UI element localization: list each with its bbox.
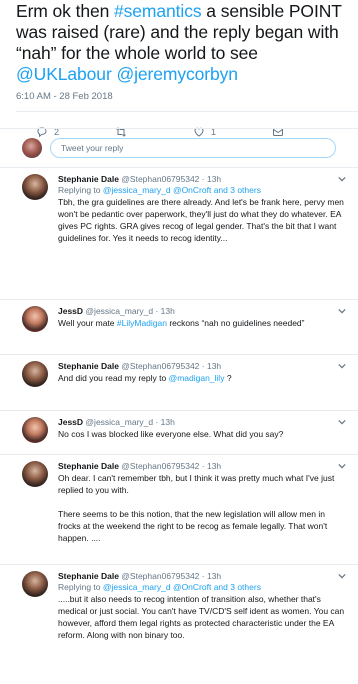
replying-to: Replying to @jessica_mary_d @OnCroft and… [58,582,346,593]
text-link[interactable]: @UKLabour [16,64,112,84]
chevron-down-icon[interactable] [338,307,346,315]
reply-header: Stephanie Dale @Stephan06795342 · 13h [58,174,346,185]
reply-header: Stephanie Dale @Stephan06795342 · 13h [58,361,346,372]
avatar[interactable] [22,306,48,332]
mention-link[interactable]: @OnCroft [171,185,211,195]
chevron-down-icon[interactable] [338,572,346,580]
text-fragment: reckons “nah no guidelines needed” [166,318,305,328]
replying-label: Replying to [58,185,103,195]
author-handle: @Stephan06795342 · 13h [118,461,222,471]
reply-tweet[interactable]: Stephanie Dale @Stephan06795342 · 13h Oh … [0,454,358,564]
author-handle: @jessica_mary_d · 13h [83,306,175,316]
mention-link[interactable]: and 3 others [211,582,261,592]
reply-input[interactable]: Tweet your reply [50,138,336,158]
mention-link[interactable]: @jessica_mary_d [103,185,171,195]
author-handle: @jessica_mary_d · 13h [83,417,175,427]
text-fragment: .....but it also needs to recog intentio… [58,594,347,640]
reply-text: Tbh, the gra guidelines are there alread… [58,196,346,244]
avatar[interactable] [22,417,48,443]
text-fragment: And did you read my reply to [58,373,169,383]
author-name[interactable]: Stephanie Dale [58,571,119,581]
divider [0,128,358,129]
reply-tweet[interactable]: Stephanie Dale @Stephan06795342 · 13h Rep… [0,564,358,684]
avatar[interactable] [22,461,48,487]
mention-link[interactable]: and 3 others [211,185,261,195]
text-link[interactable]: #semantics [114,1,202,21]
reply-text: No cos I was blocked like everyone else.… [58,428,346,440]
reply-tweet[interactable]: Stephanie Dale @Stephan06795342 · 13h Rep… [0,167,358,299]
reply-header: Stephanie Dale @Stephan06795342 · 13h [58,461,346,472]
author-handle: @Stephan06795342 · 13h [118,174,222,184]
replies-list: Stephanie Dale @Stephan06795342 · 13h Rep… [0,167,358,684]
reply-text: And did you read my reply to @madigan_li… [58,372,346,384]
text-fragment: Oh dear. I can't remember tbh, but I thi… [58,473,335,543]
author-name[interactable]: Stephanie Dale [58,174,119,184]
chevron-down-icon[interactable] [338,362,346,370]
reply-text: Well your mate #LilyMadigan reckons “nah… [58,317,346,329]
author-handle: @Stephan06795342 · 13h [118,571,222,581]
replying-label: Replying to [58,582,103,592]
text-link[interactable]: @madigan_lily [169,373,225,383]
tweet-timestamp[interactable]: 6:10 AM - 28 Feb 2018 [16,91,350,105]
chevron-down-icon[interactable] [338,462,346,470]
reply-tweet[interactable]: Stephanie Dale @Stephan06795342 · 13h And… [0,354,358,410]
reply-tweet[interactable]: JessD @jessica_mary_d · 13h No cos I was … [0,410,358,454]
author-name[interactable]: Stephanie Dale [58,361,119,371]
avatar [22,138,42,158]
main-tweet: Erm ok then #semantics a sensible POINT … [0,0,358,146]
mention-link[interactable]: @jessica_mary_d [103,582,171,592]
divider [16,111,358,112]
text-link[interactable]: #LilyMadigan [117,318,167,328]
chevron-down-icon[interactable] [338,418,346,426]
author-handle: @Stephan06795342 · 13h [118,361,222,371]
author-name[interactable]: JessD [58,306,83,316]
tweet-text: Erm ok then #semantics a sensible POINT … [16,0,350,85]
chevron-down-icon[interactable] [338,175,346,183]
avatar[interactable] [22,174,48,200]
reply-composer: Tweet your reply [0,135,358,161]
author-name[interactable]: Stephanie Dale [58,461,119,471]
text-fragment: ? [224,373,232,383]
reply-header: JessD @jessica_mary_d · 13h [58,417,346,428]
text-fragment: No cos I was blocked like everyone else.… [58,429,284,439]
text-link[interactable]: @jeremycorbyn [116,64,238,84]
reply-header: Stephanie Dale @Stephan06795342 · 13h [58,571,346,582]
text-fragment: Well your mate [58,318,117,328]
reply-text: .....but it also needs to recog intentio… [58,593,346,641]
avatar[interactable] [22,571,48,597]
reply-header: JessD @jessica_mary_d · 13h [58,306,346,317]
avatar[interactable] [22,361,48,387]
author-name[interactable]: JessD [58,417,83,427]
replying-to: Replying to @jessica_mary_d @OnCroft and… [58,185,346,196]
mention-link[interactable]: @OnCroft [171,582,211,592]
text-fragment: Erm ok then [16,1,115,21]
reply-tweet[interactable]: JessD @jessica_mary_d · 13h Well your mat… [0,299,358,354]
text-fragment: Tbh, the gra guidelines are there alread… [58,197,347,243]
reply-text: Oh dear. I can't remember tbh, but I thi… [58,472,346,544]
